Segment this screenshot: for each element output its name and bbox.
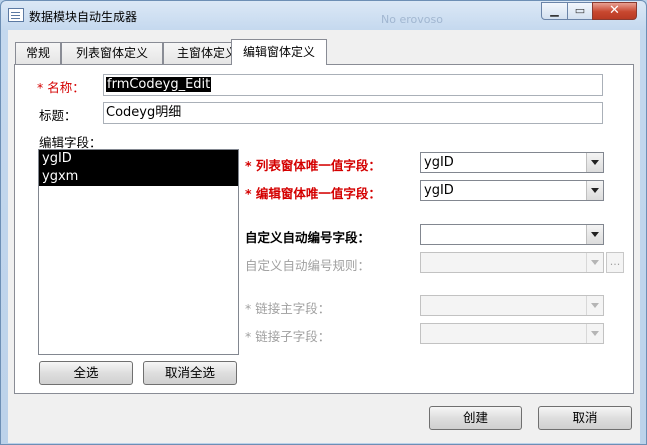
title-bar[interactable]: 数据模块自动生成器 No erovoso ▁ ▭ ✕ [1, 1, 646, 31]
list-unique-field-select[interactable]: ygID [420, 152, 604, 173]
name-value: frmCodeyg_Edit [106, 77, 212, 92]
list-unique-field-label: * 列表窗体唯一值字段： [245, 158, 381, 173]
chevron-down-icon[interactable] [586, 324, 603, 343]
chevron-down-icon[interactable] [586, 296, 603, 315]
select-all-button[interactable]: 全选 [39, 361, 133, 385]
cancel-button[interactable]: 取消 [538, 406, 632, 430]
edit-unique-field-label: * 编辑窗体唯一值字段： [245, 186, 381, 201]
edit-form-panel: * 名称： frmCodeyg_Edit 标题： Codeyg明细 编辑字段： … [14, 64, 634, 394]
edit-unique-field-select[interactable]: ygID [420, 180, 604, 201]
chevron-down-icon[interactable] [586, 253, 603, 272]
list-unique-field-value: ygID [424, 155, 454, 170]
list-item[interactable]: ygxm [39, 168, 238, 186]
link-child-field-label: * 链接子字段： [245, 329, 331, 344]
list-item[interactable]: ygID [39, 150, 238, 168]
close-button[interactable]: ✕ [592, 2, 637, 20]
minimize-icon: ▁ [550, 4, 559, 17]
auto-number-field-select[interactable] [420, 224, 604, 245]
title-label: 标题： [39, 108, 77, 123]
maximize-button[interactable]: ▭ [567, 2, 593, 20]
window-title: 数据模块自动生成器 [29, 10, 138, 24]
tab-list-form[interactable]: 列表窗体定义 [61, 42, 163, 64]
chevron-down-icon[interactable] [586, 181, 603, 200]
create-button[interactable]: 创建 [429, 406, 522, 430]
title-input[interactable]: Codeyg明细 [103, 102, 603, 124]
name-label: * 名称： [37, 80, 85, 95]
maximize-icon: ▭ [574, 4, 586, 17]
auto-number-rule-label: 自定义自动编号规则： [245, 258, 371, 273]
link-master-field-label: * 链接主字段： [245, 301, 331, 316]
deselect-all-button[interactable]: 取消全选 [143, 361, 237, 385]
tab-edit-form[interactable]: 编辑窗体定义 [231, 39, 327, 65]
background-ghost-text: No erovoso [381, 13, 443, 26]
auto-number-rule-select[interactable] [420, 252, 604, 273]
form-app-icon [8, 8, 24, 22]
tab-general[interactable]: 常规 [15, 42, 61, 64]
link-child-field-select[interactable] [420, 323, 604, 344]
edit-unique-field-value: ygID [424, 183, 454, 198]
auto-number-rule-ellipsis-button[interactable]: ... [606, 252, 624, 273]
name-input[interactable]: frmCodeyg_Edit [103, 74, 603, 96]
chevron-down-icon[interactable] [586, 153, 603, 172]
dialog-window: 数据模块自动生成器 No erovoso ▁ ▭ ✕ 常规 列表窗体定义 主窗体… [0, 0, 647, 445]
minimize-button[interactable]: ▁ [541, 2, 568, 20]
chevron-down-icon[interactable] [586, 225, 603, 244]
dialog-client-area: 常规 列表窗体定义 主窗体定义 编辑窗体定义 * 名称： frmCodeyg_E… [8, 30, 640, 443]
close-icon: ✕ [609, 3, 620, 18]
link-master-field-select[interactable] [420, 295, 604, 316]
auto-number-field-label: 自定义自动编号字段： [245, 230, 371, 245]
edit-fields-list[interactable]: ygID ygxm [38, 149, 239, 355]
